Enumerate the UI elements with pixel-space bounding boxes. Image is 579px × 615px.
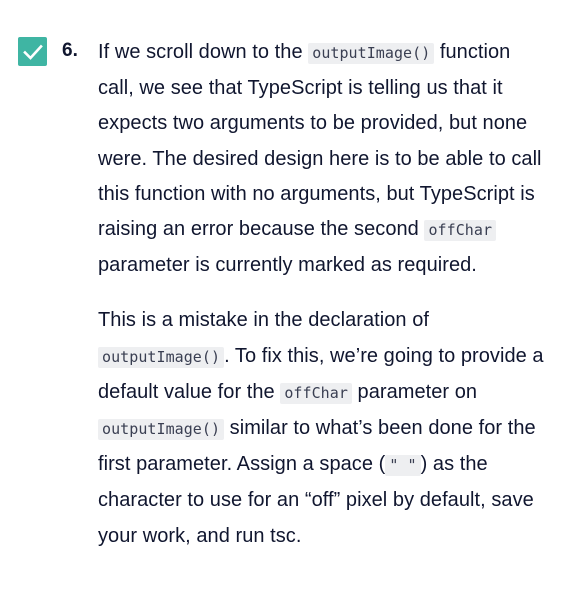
instruction-paragraph: If we scroll down to the outputImage() f… [98, 35, 548, 283]
task-instructions: If we scroll down to the outputImage() f… [98, 35, 548, 554]
inline-code: offChar [424, 220, 497, 242]
checkmark-icon [22, 44, 43, 60]
inline-code: outputImage() [308, 43, 435, 64]
task-complete-checkbox[interactable] [18, 37, 47, 66]
paragraph-text: If we scroll down to the [98, 41, 309, 63]
instruction-paragraph: This is a mistake in the declaration of … [98, 303, 548, 553]
paragraph-text: parameter on [351, 380, 478, 403]
inline-code: offChar [280, 382, 352, 404]
task-item: 6. If we scroll down to the outputImage(… [0, 0, 579, 615]
inline-code: " " [385, 455, 421, 477]
paragraph-text: This is a mistake in the declaration of [98, 309, 429, 332]
inline-code: outputImage() [98, 419, 225, 441]
paragraph-text: function call, we see that TypeScript is… [98, 41, 542, 241]
task-number: 6. [62, 40, 78, 61]
inline-code: outputImage() [98, 346, 225, 368]
paragraph-text: parameter is currently marked as require… [98, 254, 477, 277]
